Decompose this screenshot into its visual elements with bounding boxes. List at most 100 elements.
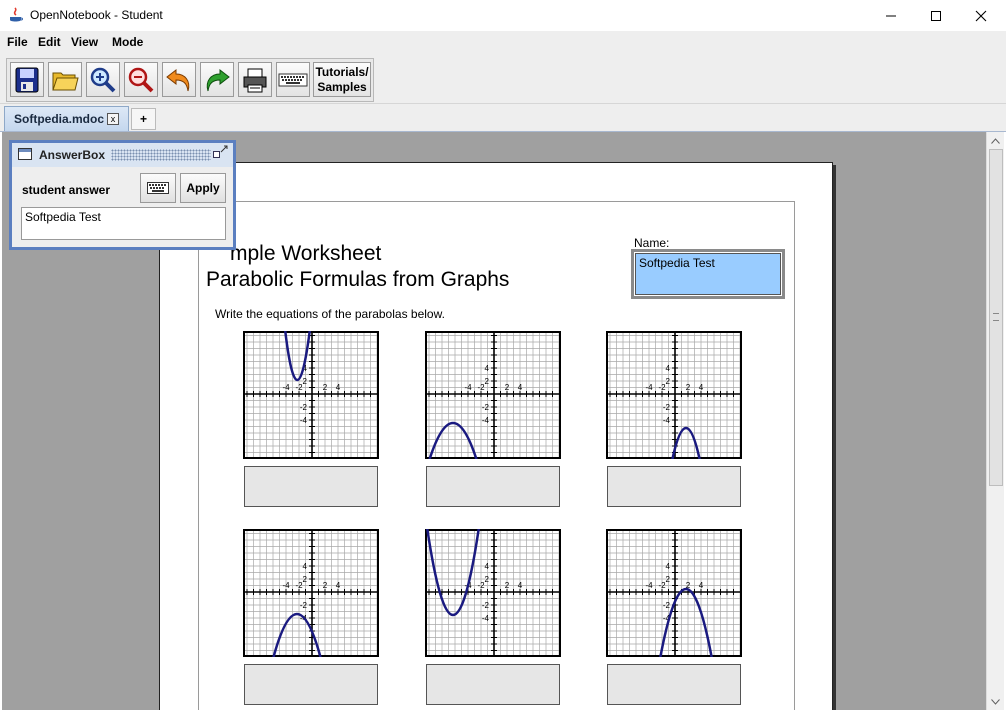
keyboard-button[interactable]: [276, 62, 310, 97]
graph-3: -4 -2 2 442-2-4: [606, 331, 742, 459]
tick-label-x: 2: [505, 383, 510, 392]
tick-label-y: 2: [303, 575, 308, 584]
tick-label-x: -4: [645, 383, 653, 392]
scrollbar-thumb[interactable]: [989, 149, 1003, 486]
document-tab-strip: Softpedia.mdoc x +: [0, 104, 1006, 132]
zoom-out-button[interactable]: [124, 62, 158, 97]
drag-handle[interactable]: [111, 149, 211, 161]
menu-view[interactable]: View: [71, 35, 98, 49]
close-button[interactable]: [958, 0, 1004, 31]
tick-label-x: -4: [282, 383, 290, 392]
tick-label-y: 2: [666, 575, 671, 584]
open-button[interactable]: [48, 62, 82, 97]
worksheet-title-line1: mple Worksheet: [230, 242, 382, 265]
answerbox-title-bar[interactable]: AnswerBox: [12, 143, 233, 167]
tick-label-y: -4: [482, 416, 490, 425]
tutorials-label-line2: Samples: [317, 80, 367, 94]
answer-label: student answer: [22, 183, 111, 197]
tick-label-x: 4: [336, 383, 341, 392]
tick-label-y: -4: [482, 614, 490, 623]
answer-keyboard-button[interactable]: [140, 173, 176, 203]
name-value: Softpedia Test: [635, 253, 781, 295]
graph-5: -4 -2 2 442-2-4: [425, 529, 561, 657]
graph-6: -4 -2 2 442-2-4: [606, 529, 742, 657]
tick-label-x: 4: [699, 383, 704, 392]
restore-button[interactable]: [213, 151, 220, 158]
close-icon: [975, 10, 987, 21]
printer-icon: [243, 68, 267, 92]
answer-box-2[interactable]: [426, 466, 560, 507]
tick-label-y: 4: [485, 562, 490, 571]
name-answer-box[interactable]: Softpedia Test: [631, 249, 785, 299]
tick-label-y: 4: [666, 364, 671, 373]
zoom-in-icon: [90, 67, 116, 92]
menu-mode[interactable]: Mode: [112, 35, 143, 49]
menu-file[interactable]: File: [7, 35, 28, 49]
tick-label-y: 2: [666, 377, 671, 386]
keyboard-icon: [147, 182, 169, 194]
graph-grid: -4 -2 2 442-2-4: [243, 331, 379, 459]
zoom-out-icon: [128, 67, 154, 92]
answer-box-5[interactable]: [426, 664, 560, 705]
scroll-up-button[interactable]: [987, 132, 1004, 149]
tick-label-x: 4: [518, 383, 523, 392]
tick-label-y: -2: [300, 601, 308, 610]
worksheet-instructions: Write the equations of the parabolas bel…: [215, 307, 445, 321]
graph-1: -4 -2 2 442-2-4: [243, 331, 379, 459]
chevron-up-icon: [991, 137, 1000, 144]
menu-edit[interactable]: Edit: [38, 35, 61, 49]
tick-label-y: -2: [663, 601, 671, 610]
expand-icon[interactable]: [220, 145, 228, 153]
parabola-curve: [428, 421, 478, 459]
java-app-icon: [10, 7, 23, 22]
worksheet-title-line2: Parabolic Formulas from Graphs: [206, 268, 510, 291]
answer-box-1[interactable]: [244, 466, 378, 507]
tick-label-x: 4: [699, 581, 704, 590]
window-icon: [18, 148, 32, 160]
toolbar: Tutorials/ Samples: [0, 53, 1006, 104]
graph-grid: -4 -2 2 442-2-4: [243, 529, 379, 657]
vertical-scrollbar[interactable]: [986, 132, 1004, 710]
save-button[interactable]: [10, 62, 44, 97]
tick-label-y: 4: [303, 562, 308, 571]
tab-label: Softpedia.mdoc: [14, 112, 105, 126]
graph-4: -4 -2 2 442-2-4: [243, 529, 379, 657]
worksheet-title: mple Worksheet Parabolic Formulas from G…: [206, 241, 509, 293]
answer-box-6[interactable]: [607, 664, 741, 705]
tab-close-button[interactable]: x: [107, 113, 119, 125]
tick-label-y: -2: [663, 403, 671, 412]
redo-arrow-icon: [206, 68, 230, 91]
student-answer-field[interactable]: Softpedia Test: [21, 207, 226, 240]
print-button[interactable]: [238, 62, 272, 97]
minimize-button[interactable]: [868, 0, 914, 31]
zoom-in-button[interactable]: [86, 62, 120, 97]
graph-grid: -4 -2 2 442-2-4: [425, 331, 561, 459]
tutorials-label-line1: Tutorials/: [315, 65, 369, 79]
maximize-button[interactable]: [913, 0, 959, 31]
folder-icon: [52, 72, 79, 90]
graph-2: -4 -2 2 442-2-4: [425, 331, 561, 459]
tick-label-x: 2: [686, 383, 691, 392]
answer-box-4[interactable]: [244, 664, 378, 705]
maximize-icon: [931, 10, 941, 21]
answer-box-3[interactable]: [607, 466, 741, 507]
scroll-down-button[interactable]: [987, 693, 1004, 710]
tick-label-x: 2: [323, 383, 328, 392]
tab-softpedia-mdoc[interactable]: Softpedia.mdoc x: [4, 106, 129, 131]
chevron-down-icon: [991, 698, 1000, 705]
tutorials-samples-button[interactable]: Tutorials/ Samples: [313, 62, 371, 97]
apply-button[interactable]: Apply: [180, 173, 226, 203]
tick-label-y: -2: [482, 601, 490, 610]
redo-button[interactable]: [200, 62, 234, 97]
floppy-disk-icon: [15, 67, 39, 92]
undo-button[interactable]: [162, 62, 196, 97]
graph-grid: -4 -2 2 442-2-4: [606, 529, 742, 657]
answerbox-window[interactable]: AnswerBox student answer Apply Softpedia…: [9, 140, 236, 250]
graph-grid: -4 -2 2 442-2-4: [425, 529, 561, 657]
parabola-curve: [426, 529, 480, 617]
tick-label-y: 2: [303, 377, 308, 386]
add-tab-button[interactable]: +: [131, 108, 156, 130]
tick-label-x: -4: [282, 581, 290, 590]
keyboard-icon: [278, 73, 308, 86]
tick-label-x: 2: [323, 581, 328, 590]
